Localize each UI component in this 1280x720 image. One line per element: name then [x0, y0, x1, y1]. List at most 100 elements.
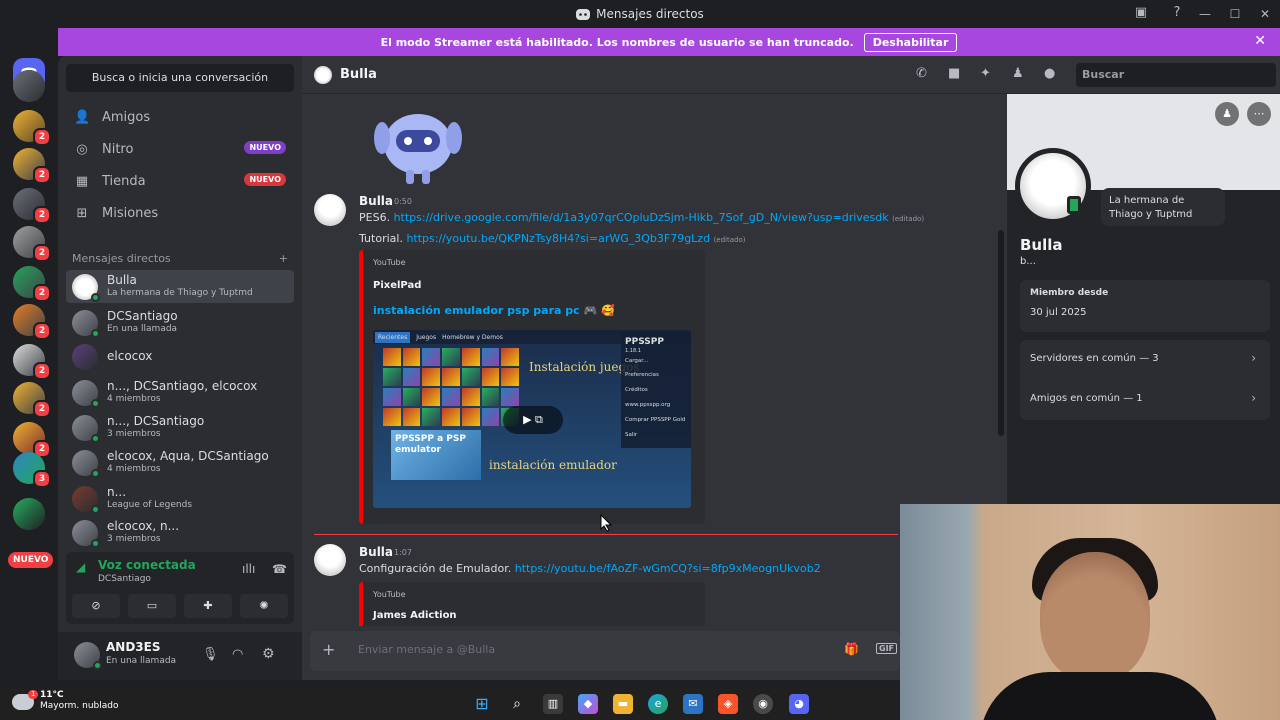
- gift-icon[interactable]: 🎁: [844, 642, 859, 656]
- task-view-icon[interactable]: ▥: [543, 694, 563, 714]
- disconnect-icon[interactable]: ☎: [272, 562, 287, 576]
- embed-provider[interactable]: YouTube: [373, 590, 406, 599]
- add-attachment-icon[interactable]: +: [322, 640, 335, 659]
- noise-suppression-icon[interactable]: ıllı: [242, 562, 255, 576]
- server-icon[interactable]: 2: [13, 266, 51, 302]
- brave-icon[interactable]: ◈: [718, 694, 738, 714]
- file-explorer-icon[interactable]: ▬: [613, 694, 633, 714]
- dm-name: DCSantiago: [107, 310, 178, 324]
- embed-author[interactable]: PixelPad: [373, 280, 421, 291]
- add-friends-icon[interactable]: ♟: [1012, 66, 1024, 81]
- dm-item[interactable]: elcocox, n... 3 miembros: [66, 516, 294, 549]
- dm-item[interactable]: DCSantiago En una llamada: [66, 306, 294, 339]
- message-author[interactable]: Bulla: [359, 545, 393, 559]
- chevron-right-icon[interactable]: ›: [1251, 351, 1256, 365]
- server-icon[interactable]: 2: [13, 344, 51, 380]
- close-icon[interactable]: ✕: [1254, 33, 1266, 49]
- video-call-icon[interactable]: ■: [948, 66, 960, 81]
- dm-item[interactable]: n..., DCSantiago 3 miembros: [66, 411, 294, 444]
- chevron-right-icon[interactable]: ›: [1251, 391, 1256, 405]
- message-author[interactable]: Bulla: [359, 194, 393, 208]
- pinned-messages-icon[interactable]: ✦: [980, 66, 991, 81]
- message-link[interactable]: https://youtu.be/fAoZF-wGmCQ?si=8fp9xMeo…: [515, 562, 821, 575]
- nav-shop[interactable]: ▦ Tienda NUEVO: [66, 166, 294, 196]
- help-icon[interactable]: ?: [1168, 5, 1186, 23]
- voice-call-icon[interactable]: ✆: [916, 66, 927, 81]
- start-menu-icon[interactable]: ⊞: [472, 694, 492, 714]
- play-icon[interactable]: ▶ ⧉: [503, 406, 563, 434]
- outlook-icon[interactable]: ✉: [683, 694, 703, 714]
- maximize-button[interactable]: ☐: [1220, 7, 1250, 21]
- dm-name: elcocox: [107, 349, 153, 363]
- avatar: [72, 485, 100, 514]
- close-button[interactable]: ✕: [1250, 7, 1280, 21]
- add-dm-icon[interactable]: +: [279, 252, 288, 265]
- message-avatar[interactable]: [314, 544, 346, 576]
- dm-item[interactable]: elcocox: [66, 340, 294, 373]
- shop-icon: ▦: [75, 173, 89, 189]
- message-link[interactable]: https://youtu.be/QKPNzTsy8H4?si=arWG_3Qb…: [406, 232, 710, 245]
- server-icon[interactable]: 2: [13, 226, 51, 262]
- chat-scrollbar[interactable]: [998, 230, 1004, 436]
- mutual-servers-row[interactable]: Servidores en común — 3: [1030, 353, 1159, 364]
- server-icon[interactable]: 2: [13, 382, 51, 418]
- search-icon[interactable]: ⌕: [507, 694, 527, 714]
- unread-badge: 2: [33, 400, 51, 418]
- dm-status: En una llamada: [107, 324, 178, 335]
- message-link[interactable]: https://drive.google.com/file/d/1a3y07qr…: [394, 211, 889, 224]
- server-icon[interactable]: 2: [13, 188, 51, 224]
- voice-connected-panel: ◢ Voz conectada DCSantiago ıllı ☎ ⊘ ▭ ✚ …: [66, 552, 294, 624]
- more-options-icon[interactable]: ⋯: [1247, 102, 1271, 126]
- message-composer[interactable]: + Enviar mensaje a @Bulla 🎁 GIF: [310, 631, 900, 671]
- new-servers-pill[interactable]: NUEVO: [8, 552, 54, 568]
- mutual-friends-row[interactable]: Amigos en común — 1: [1030, 393, 1143, 404]
- headphones-icon[interactable]: ◠: [232, 647, 243, 662]
- copilot-icon[interactable]: ◆: [578, 694, 598, 714]
- soundboard-button[interactable]: ✺: [240, 594, 288, 618]
- inbox-icon[interactable]: ▣: [1132, 5, 1150, 23]
- server-icon[interactable]: 2: [13, 422, 51, 458]
- server-icon[interactable]: 2: [13, 304, 51, 340]
- add-friend-icon[interactable]: ♟: [1215, 102, 1239, 126]
- nav-quests[interactable]: ⊞ Misiones: [66, 198, 294, 228]
- dm-name: elcocox, Aqua, DCSantiago: [107, 450, 269, 464]
- camera-off-button[interactable]: ⊘: [72, 594, 120, 618]
- embed-author[interactable]: James Adiction: [373, 610, 457, 621]
- settings-gear-icon[interactable]: ⚙: [262, 646, 275, 662]
- gif-icon[interactable]: GIF: [876, 643, 898, 654]
- chrome-icon[interactable]: ◉: [753, 694, 773, 714]
- menu-item: www.ppsspp.org: [625, 402, 671, 409]
- server-icon[interactable]: 3: [13, 452, 51, 488]
- message-text: Configuración de Emulador.: [359, 562, 512, 575]
- disable-streamer-button[interactable]: Deshabilitar: [863, 32, 958, 52]
- video-thumbnail[interactable]: Recientes Juegos Homebrew y Demos Instal…: [373, 330, 691, 508]
- nav-nitro[interactable]: ◎ Nitro NUEVO: [66, 134, 294, 164]
- server-icon[interactable]: 2: [13, 148, 51, 184]
- embed-title[interactable]: instalación emulador psp para pc 🎮 🥰: [373, 304, 615, 317]
- edited-tag: (editado): [713, 236, 746, 244]
- microphone-icon[interactable]: 🎙: [202, 647, 219, 662]
- edge-icon[interactable]: e: [648, 694, 668, 714]
- nav-friends[interactable]: 👤 Amigos: [66, 102, 294, 132]
- server-icon[interactable]: 2: [13, 110, 51, 146]
- discord-taskbar-icon[interactable]: ◕: [789, 694, 809, 714]
- activities-button[interactable]: ✚: [184, 594, 232, 618]
- friends-icon: 👤: [74, 109, 91, 125]
- dm-item[interactable]: elcocox, Aqua, DCSantiago 4 miembros: [66, 446, 294, 479]
- window-title: Mensajes directos: [596, 7, 704, 21]
- dm-item[interactable]: Bulla La hermana de Thiago y Tuptmd: [66, 270, 294, 303]
- server-icon[interactable]: [13, 70, 45, 102]
- message-avatar[interactable]: [314, 194, 346, 226]
- header-avatar: [314, 65, 332, 84]
- minimize-button[interactable]: —: [1190, 7, 1220, 21]
- search-input[interactable]: Buscar: [1076, 63, 1276, 87]
- composer-placeholder[interactable]: Enviar mensaje a @Bulla: [358, 643, 495, 656]
- embed-provider[interactable]: YouTube: [373, 258, 406, 267]
- dm-item[interactable]: n... League of Legends: [66, 482, 294, 515]
- user-avatar[interactable]: [74, 642, 102, 670]
- dm-item[interactable]: n..., DCSantiago, elcocox 4 miembros: [66, 376, 294, 409]
- conversation-search[interactable]: Busca o inicia una conversación: [66, 64, 294, 92]
- user-profile-icon[interactable]: ●: [1044, 66, 1055, 81]
- server-icon[interactable]: [13, 498, 45, 530]
- screen-share-button[interactable]: ▭: [128, 594, 176, 618]
